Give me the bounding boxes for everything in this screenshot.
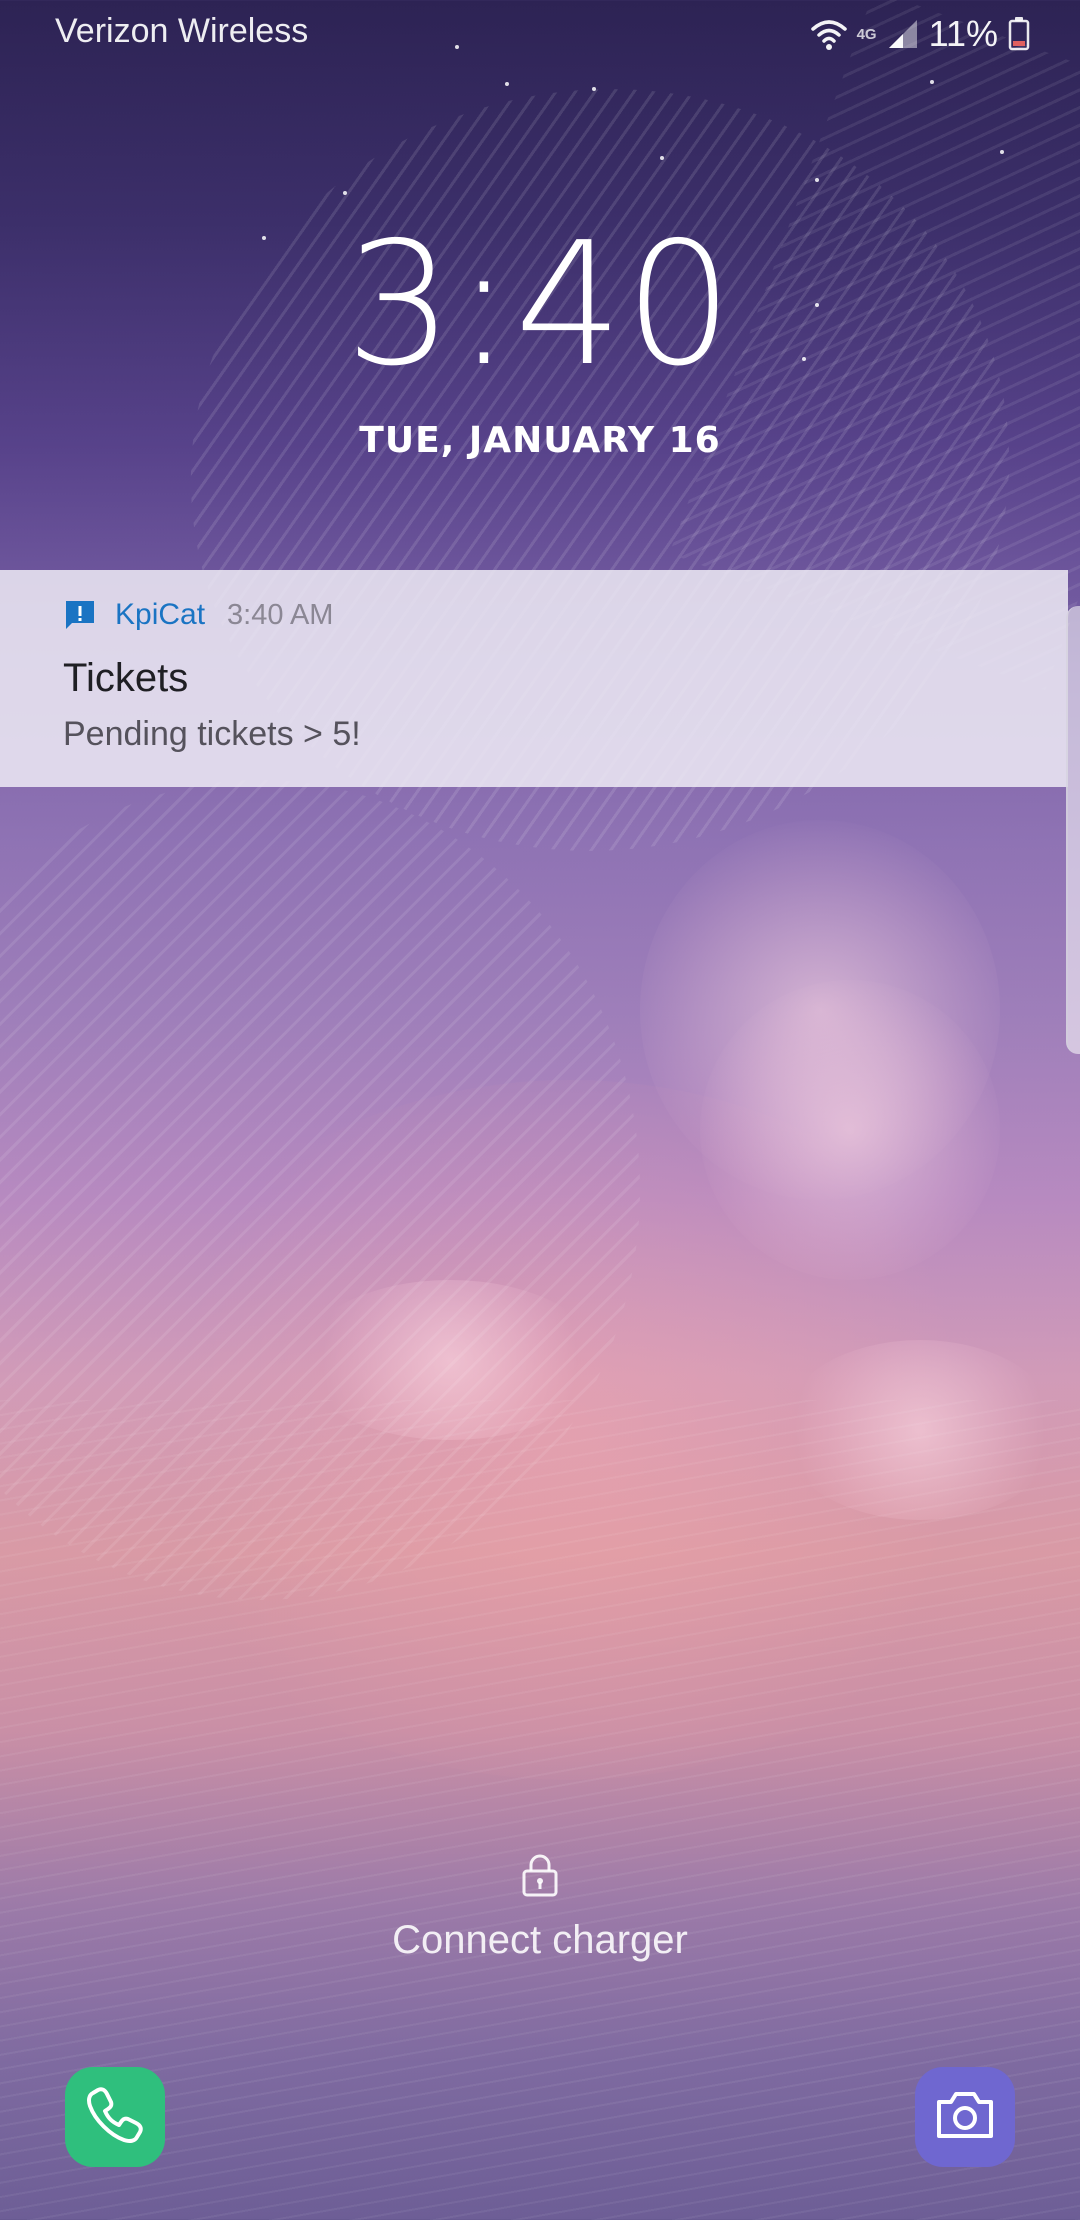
- notification-title: Tickets: [63, 656, 189, 700]
- charger-status-text: Connect charger: [392, 1918, 688, 1962]
- network-4g-icon: 4G: [856, 25, 877, 43]
- notification-header: KpiCat 3:40 AM: [63, 590, 1068, 640]
- notification-app-name: KpiCat: [115, 598, 206, 631]
- phone-shortcut-button[interactable]: [65, 2067, 165, 2167]
- notification-time: 3:40 AM: [227, 598, 334, 631]
- status-bar: Verizon Wireless 4G 11%: [0, 0, 1080, 70]
- signal-icon: [887, 18, 919, 50]
- phone-icon: [84, 2084, 146, 2151]
- message-alert-icon: [63, 598, 97, 632]
- lock-icon[interactable]: [521, 1853, 559, 1897]
- status-icons: 4G 11%: [810, 12, 1030, 56]
- battery-percent: 11%: [928, 13, 998, 54]
- camera-icon: [933, 2088, 997, 2147]
- wifi-icon: [810, 17, 847, 51]
- notification-body: Pending tickets > 5!: [63, 715, 361, 753]
- camera-shortcut-button[interactable]: [915, 2067, 1015, 2167]
- lockscreen-date: TUE, JANUARY 16: [359, 420, 721, 461]
- lockscreen-clock: 3:40: [345, 206, 735, 404]
- battery-icon: [1008, 17, 1030, 51]
- edge-panel-handle[interactable]: [1066, 606, 1080, 1054]
- carrier-name: Verizon Wireless: [55, 12, 309, 50]
- notification-card[interactable]: KpiCat 3:40 AM Tickets Pending tickets >…: [0, 570, 1068, 787]
